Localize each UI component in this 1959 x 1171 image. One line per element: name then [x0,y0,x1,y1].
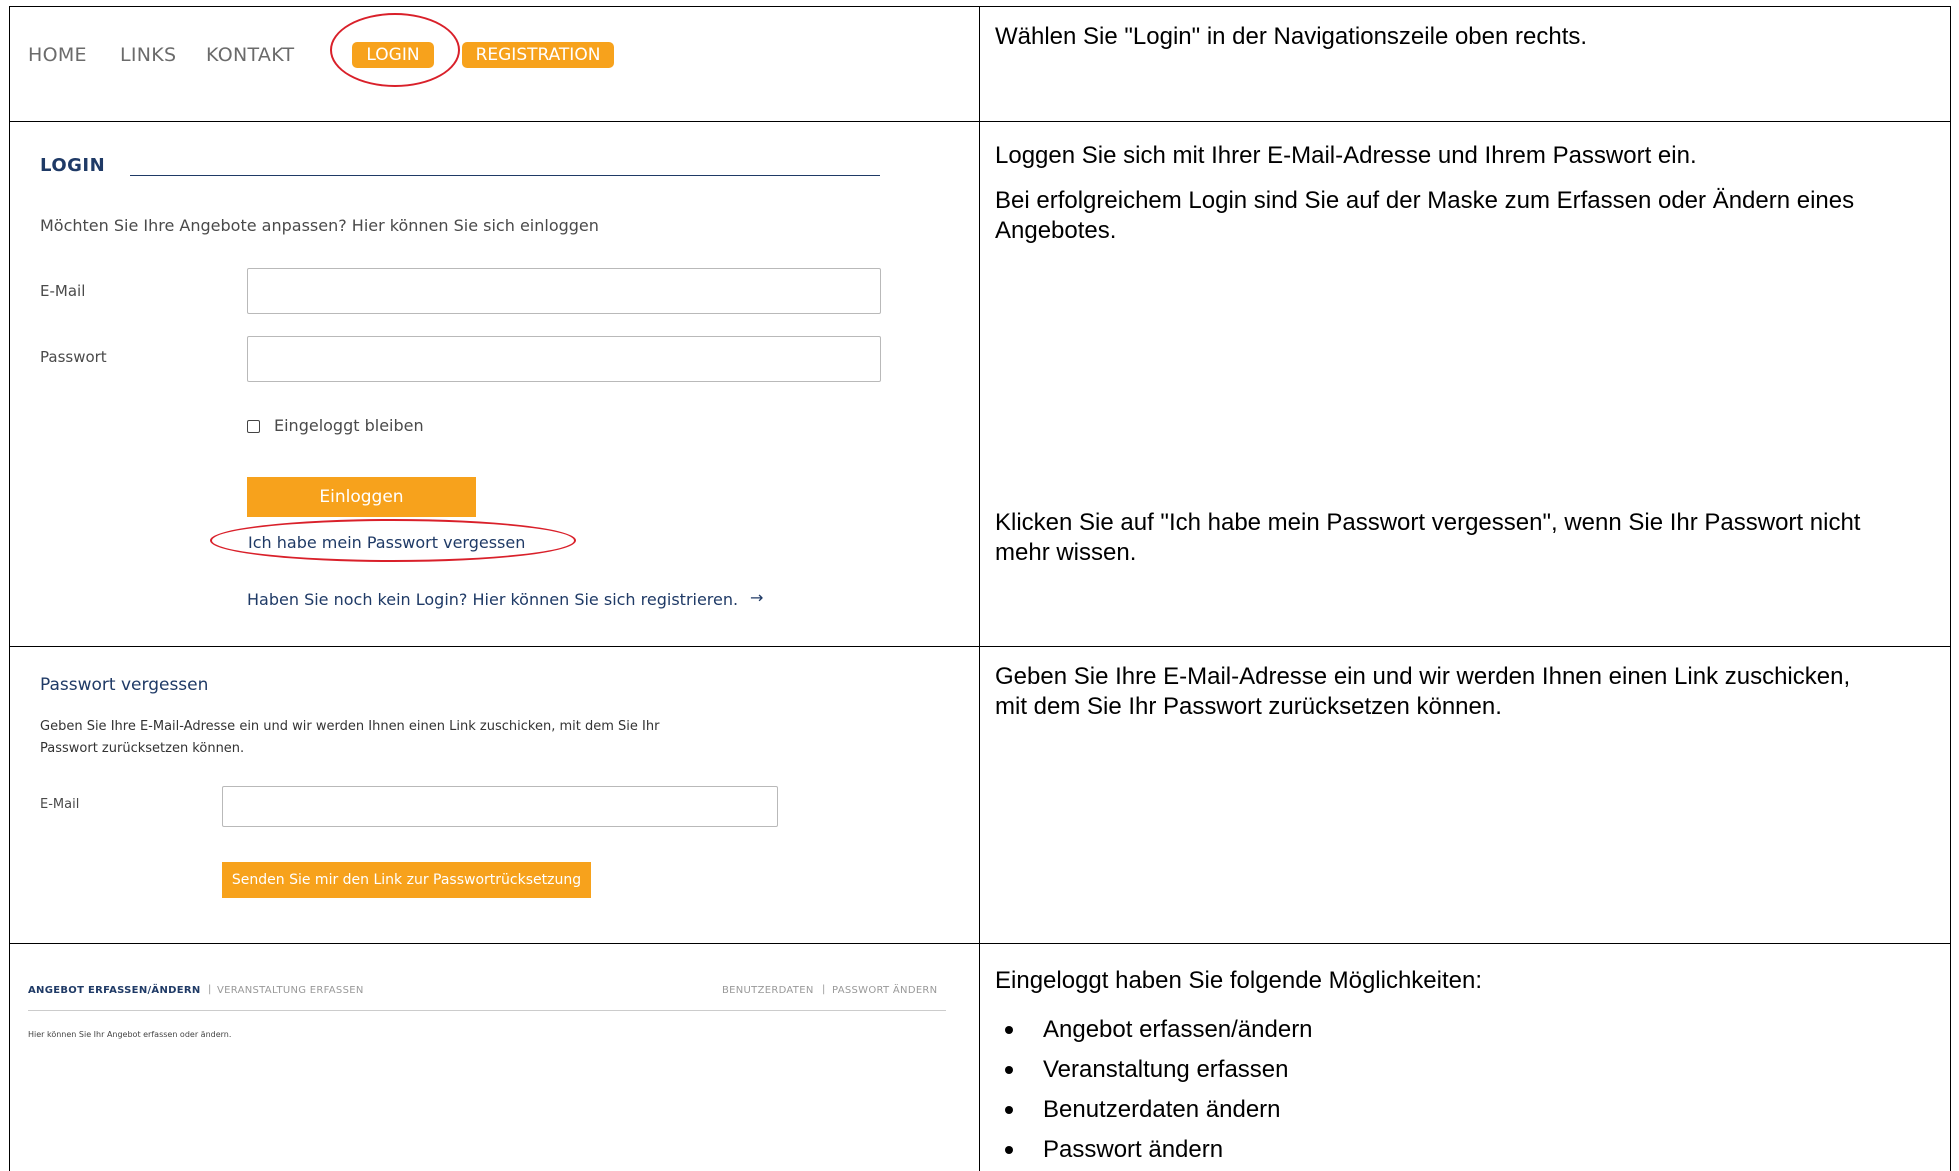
forgot-heading: Passwort vergessen [40,675,209,695]
option-item: Benutzerdaten ändern [995,1090,1313,1130]
menu-separator-right: | [822,984,826,995]
email-field[interactable] [247,268,881,314]
highlight-forgot-ellipse [210,519,576,562]
nav-links[interactable]: LINKS [120,44,176,66]
register-link[interactable]: Haben Sie noch kein Login? Hier können S… [247,590,738,609]
bullet-icon [1005,1026,1013,1034]
send-reset-link-button[interactable]: Senden Sie mir den Link zur Passwortrück… [222,862,591,898]
forgot-intro-line2: Passwort zurücksetzen können. [40,741,245,756]
bullet-icon [1005,1146,1013,1154]
option-label: Angebot erfassen/ändern [1043,1016,1313,1043]
menu-angebot-erfassen[interactable]: ANGEBOT ERFASSEN/ÄNDERN [28,985,201,996]
row-divider-1 [9,121,1951,122]
bullet-icon [1005,1066,1013,1074]
password-field[interactable] [247,336,881,382]
column-divider [979,6,980,1171]
row-divider-3 [9,943,1951,944]
email-label: E-Mail [40,282,86,300]
table-right-border [1950,6,1951,1171]
instruction-reset: Geben Sie Ihre E-Mail-Adresse ein und wi… [995,663,1851,720]
option-label: Benutzerdaten ändern [1043,1096,1281,1123]
arrow-right-icon: → [750,588,764,607]
menu-veranstaltung-erfassen[interactable]: VERANSTALTUNG ERFASSEN [217,985,364,996]
nav-kontakt[interactable]: KONTAKT [206,44,294,66]
login-intro: Möchten Sie Ihre Angebote anpassen? Hier… [40,216,599,235]
row-divider-2 [9,646,1951,647]
table-frame [9,6,1951,1171]
menu-passwort-aendern[interactable]: PASSWORT ÄNDERN [832,985,937,996]
forgot-email-field[interactable] [222,786,778,827]
option-label: Passwort ändern [1043,1136,1224,1163]
menu-rule [28,1010,946,1011]
bullet-icon [1005,1106,1013,1114]
remember-checkbox[interactable] [247,420,260,433]
option-item: Passwort ändern [995,1130,1313,1170]
highlight-login-circle [330,13,460,87]
option-label: Veranstaltung erfassen [1043,1056,1289,1083]
remember-label: Eingeloggt bleiben [274,416,424,435]
nav-registration-button[interactable]: REGISTRATION [462,42,614,68]
login-heading: LOGIN [40,155,106,176]
menu-separator: | [208,984,212,995]
nav-home[interactable]: HOME [28,44,87,66]
instruction-login: Wählen Sie "Login" in der Navigationszei… [995,23,1588,50]
instruction-forgot-password: Klicken Sie auf "Ich habe mein Passwort … [995,509,1861,566]
options-list: Angebot erfassen/ändern Veranstaltung er… [995,1010,1313,1170]
option-item: Angebot erfassen/ändern [995,1010,1313,1050]
menu-benutzerdaten[interactable]: BENUTZERDATEN [722,985,814,996]
forgot-intro-line1: Geben Sie Ihre E-Mail-Adresse ein und wi… [40,719,660,734]
forgot-email-label: E-Mail [40,797,80,812]
option-item: Veranstaltung erfassen [995,1050,1313,1090]
instruction-login-success: Bei erfolgreichem Login sind Sie auf der… [995,187,1855,244]
instruction-options: Eingeloggt haben Sie folgende Möglichkei… [995,967,1483,994]
account-note: Hier können Sie Ihr Angebot erfassen ode… [28,1030,232,1039]
login-heading-rule [130,175,880,176]
login-submit-button[interactable]: Einloggen [247,477,476,517]
instruction-login-credentials: Loggen Sie sich mit Ihrer E-Mail-Adresse… [995,142,1697,169]
password-label: Passwort [40,348,107,366]
